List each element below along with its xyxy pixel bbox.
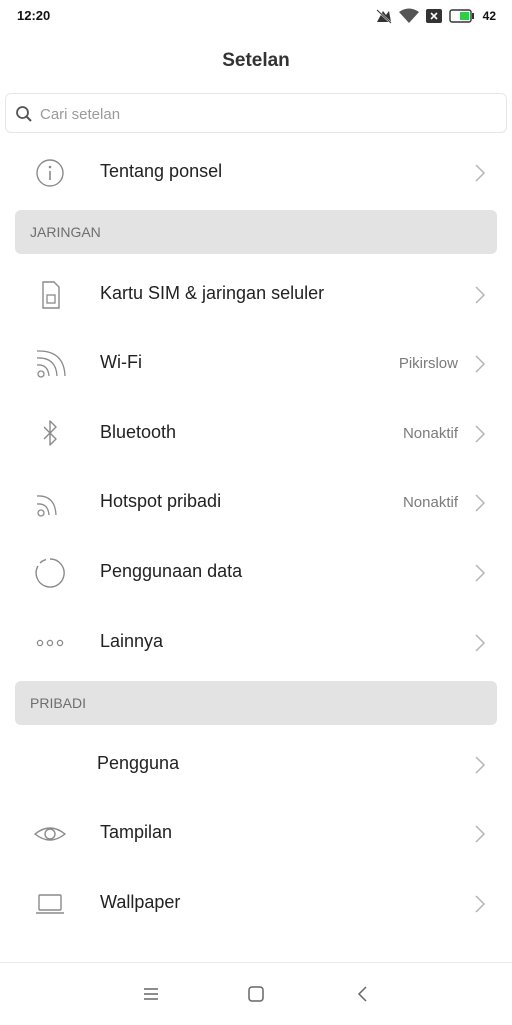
no-sim-icon bbox=[425, 9, 442, 23]
chevron-right-icon bbox=[475, 425, 486, 443]
back-button[interactable] bbox=[352, 983, 374, 1005]
settings-item-wifi[interactable]: Wi-Fi Pikirslow bbox=[0, 328, 512, 398]
chevron-right-icon bbox=[475, 756, 486, 774]
settings-item-bluetooth[interactable]: Bluetooth Nonaktif bbox=[0, 398, 512, 468]
home-button[interactable] bbox=[245, 983, 267, 1005]
settings-item-label: Tampilan bbox=[100, 822, 173, 842]
page-title: Setelan bbox=[222, 50, 290, 71]
chevron-right-icon bbox=[475, 825, 486, 843]
bluetooth-icon bbox=[43, 420, 57, 446]
back-icon bbox=[357, 986, 367, 1002]
search-icon bbox=[16, 106, 32, 122]
menu-button[interactable] bbox=[140, 983, 162, 1005]
chevron-right-icon bbox=[475, 564, 486, 582]
settings-item-label: Kartu SIM & jaringan seluler bbox=[100, 283, 325, 303]
search-bar[interactable] bbox=[5, 93, 507, 133]
data-usage-icon bbox=[35, 558, 65, 588]
laptop-icon bbox=[36, 894, 64, 914]
menu-icon bbox=[144, 988, 158, 1000]
chevron-right-icon bbox=[475, 494, 486, 512]
navigation-bar bbox=[0, 962, 512, 1025]
home-icon bbox=[248, 986, 264, 1002]
chevron-right-icon bbox=[475, 895, 486, 913]
settings-item-more[interactable]: Lainnya bbox=[0, 607, 512, 677]
data-saver-off-icon bbox=[375, 9, 392, 24]
settings-item-about[interactable]: Tentang ponsel bbox=[0, 137, 512, 207]
settings-item-users[interactable]: Pengguna bbox=[0, 729, 512, 799]
chevron-right-icon bbox=[475, 164, 486, 182]
section-header-personal: PRIBADI bbox=[15, 681, 497, 725]
section-title: JARINGAN bbox=[30, 224, 101, 240]
status-bar: 12:20 42 bbox=[0, 0, 512, 32]
settings-item-label: Lainnya bbox=[100, 631, 164, 651]
settings-item-label: Penggunaan data bbox=[100, 561, 243, 581]
info-icon bbox=[36, 159, 64, 187]
settings-item-label: Wallpaper bbox=[100, 892, 181, 912]
settings-item-label: Bluetooth bbox=[100, 422, 177, 442]
settings-item-label: Pengguna bbox=[97, 753, 180, 773]
battery-icon bbox=[448, 9, 474, 23]
chevron-right-icon bbox=[475, 286, 486, 304]
bluetooth-status: Nonaktif bbox=[402, 425, 458, 442]
settings-item-hotspot[interactable]: Hotspot pribadi Nonaktif bbox=[0, 467, 512, 537]
search-input[interactable] bbox=[40, 103, 480, 125]
settings-item-wallpaper[interactable]: Wallpaper bbox=[0, 868, 512, 938]
settings-item-data-usage[interactable]: Penggunaan data bbox=[0, 537, 512, 607]
hotspot-icon bbox=[36, 495, 57, 517]
settings-item-sim[interactable]: Kartu SIM & jaringan seluler bbox=[0, 259, 512, 329]
settings-item-label: Hotspot pribadi bbox=[100, 491, 222, 511]
settings-item-label: Tentang ponsel bbox=[100, 161, 223, 181]
settings-item-display[interactable]: Tampilan bbox=[0, 798, 512, 868]
section-title: PRIBADI bbox=[30, 695, 87, 711]
chevron-right-icon bbox=[475, 355, 486, 373]
status-time: 12:20 bbox=[17, 8, 51, 23]
hotspot-status: Nonaktif bbox=[402, 494, 458, 511]
more-dots-icon bbox=[36, 639, 64, 647]
settings-item-label: Wi-Fi bbox=[100, 352, 142, 372]
status-icons: 42 bbox=[375, 7, 496, 25]
wifi-icon bbox=[36, 350, 66, 378]
battery-level: 42 bbox=[482, 9, 496, 23]
eye-icon bbox=[33, 827, 67, 841]
chevron-right-icon bbox=[475, 634, 486, 652]
sim-card-icon bbox=[42, 281, 60, 309]
wifi-status-icon bbox=[398, 8, 419, 23]
section-header-network: JARINGAN bbox=[15, 210, 497, 254]
wifi-network-name: Pikirslow bbox=[398, 355, 458, 372]
